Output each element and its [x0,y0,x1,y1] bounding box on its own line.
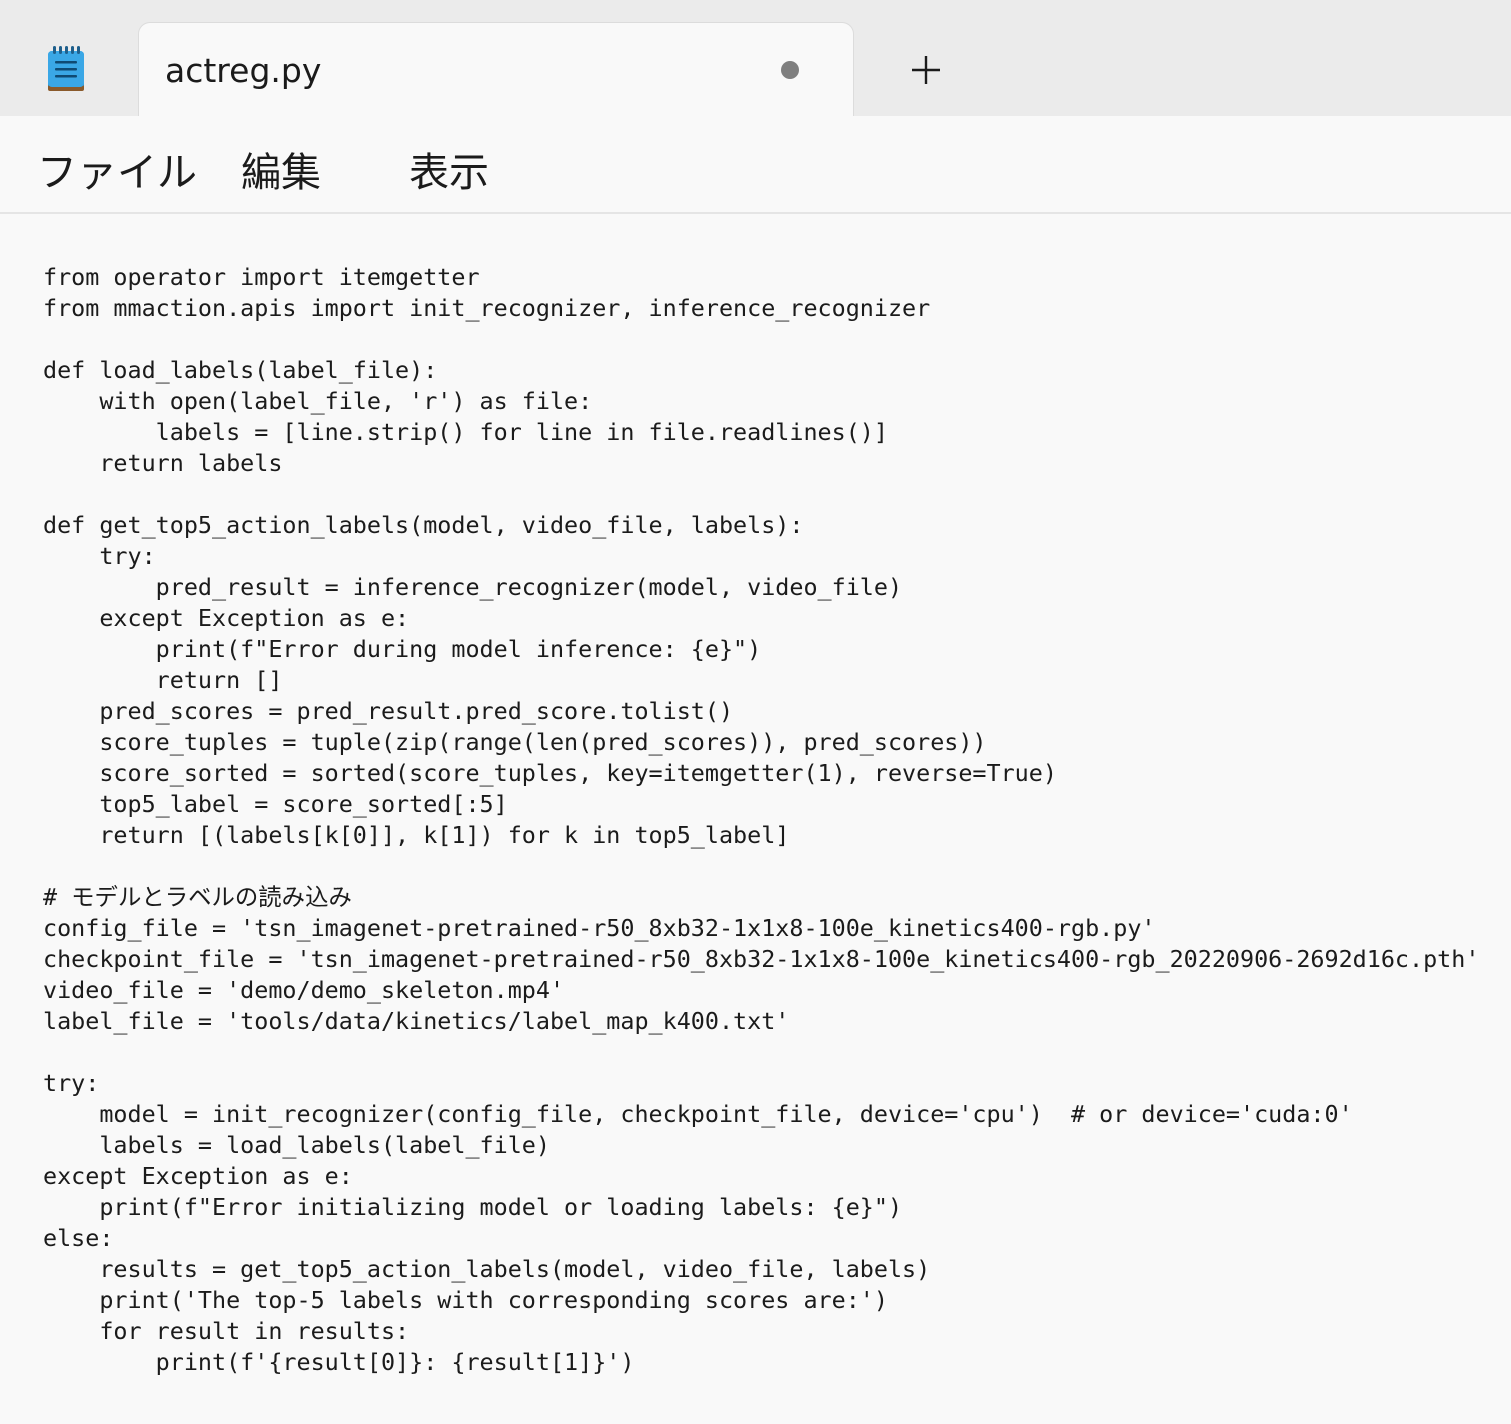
code-line: video_file = 'demo/demo_skeleton.mp4' [43,976,565,1004]
code-line: def get_top5_action_labels(model, video_… [43,511,804,539]
code-line: def load_labels(label_file): [43,356,438,384]
code-line: score_sorted = sorted(score_tuples, key=… [43,759,1057,787]
code-line: except Exception as e: [43,604,410,632]
code-content[interactable]: from operator import itemgetter from mmac… [43,262,1479,1378]
menu-bar: ファイル 編集 表示 [0,116,1511,214]
code-line: pred_result = inference_recognizer(model… [43,573,903,601]
code-line: results = get_top5_action_labels(model, … [43,1255,931,1283]
code-line: from operator import itemgetter [43,263,480,291]
new-tab-button[interactable] [896,44,956,96]
code-line: try: [43,1069,100,1097]
code-line: else: [43,1224,114,1252]
notepad-icon [46,45,86,93]
code-line: score_tuples = tuple(zip(range(len(pred_… [43,728,987,756]
code-line: print(f"Error during model inference: {e… [43,635,762,663]
code-line: pred_scores = pred_result.pred_score.tol… [43,697,734,725]
unsaved-dot-icon[interactable] [781,61,799,79]
tab-title: actreg.py [165,51,322,90]
code-line: return labels [43,449,283,477]
code-line: print('The top-5 labels with correspondi… [43,1286,888,1314]
code-line: print(f"Error initializing model or load… [43,1193,903,1221]
menu-edit[interactable]: 編集 [241,140,321,198]
code-line: print(f'{result[0]}: {result[1]}') [43,1348,635,1376]
text-editor[interactable]: from operator import itemgetter from mmac… [0,214,1511,1424]
code-line: with open(label_file, 'r') as file: [43,387,593,415]
code-line: label_file = 'tools/data/kinetics/label_… [43,1007,790,1035]
code-line: for result in results: [43,1317,410,1345]
code-line: labels = [line.strip() for line in file.… [43,418,888,446]
menu-file[interactable]: ファイル [37,140,197,198]
code-line: checkpoint_file = 'tsn_imagenet-pretrain… [43,945,1480,973]
code-line: try: [43,542,156,570]
code-line: # モデルとラベルの読み込み [43,883,352,911]
code-line: return [] [43,666,283,694]
code-line: labels = load_labels(label_file) [43,1131,550,1159]
code-line: from mmaction.apis import init_recognize… [43,294,931,322]
tab-actreg[interactable]: actreg.py [138,22,854,118]
code-line: model = init_recognizer(config_file, che… [43,1100,1353,1128]
menu-view[interactable]: 表示 [409,140,489,198]
title-bar: actreg.py [0,0,1511,118]
code-line: config_file = 'tsn_imagenet-pretrained-r… [43,914,1156,942]
code-line: except Exception as e: [43,1162,353,1190]
code-line: return [(labels[k[0]], k[1]) for k in to… [43,821,790,849]
plus-icon [912,56,940,84]
code-line: top5_label = score_sorted[:5] [43,790,508,818]
